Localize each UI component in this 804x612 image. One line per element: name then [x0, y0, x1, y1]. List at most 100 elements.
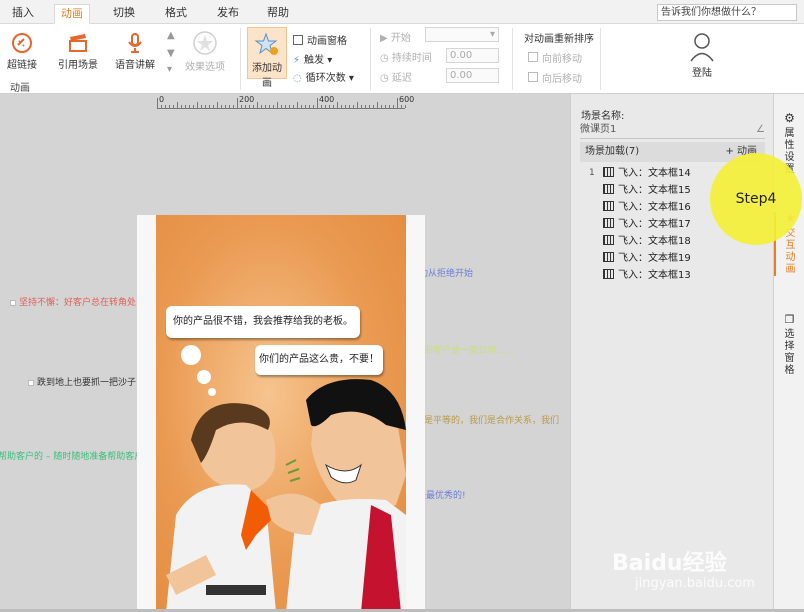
ruler-tick	[265, 105, 266, 108]
slide-canvas[interactable]: 你的产品很不错，我会推荐给我的老板。 你们的产品这么贵，不要！	[137, 215, 425, 612]
ruler-tick	[333, 105, 334, 108]
ruler-tick	[189, 105, 190, 108]
reference-scene-button[interactable]: 引用场景	[55, 32, 101, 71]
scene-name-input[interactable]: 微课页1 ∠	[580, 122, 765, 139]
effect-options-label: 效果选项	[185, 62, 225, 73]
link-icon	[12, 33, 32, 53]
animation-list-item[interactable]: 飞入：文本框17	[595, 216, 691, 233]
reference-scene-label: 引用场景	[58, 60, 98, 71]
duration-label: ◷ 持续时间	[380, 53, 432, 64]
tab-selection-pane[interactable]: ❐ 选择窗格	[774, 314, 804, 377]
annotation-note-1[interactable]: 坚持不懈：好客户总在转角处！	[10, 295, 145, 308]
animation-pane-label: 动画窗格	[307, 36, 347, 47]
arrow-up-icon	[528, 52, 538, 62]
start-label: ▶ 开始	[380, 33, 411, 44]
annotation-note-3[interactable]: 帮助客户的 – 随时随地准备帮助客户！	[0, 449, 152, 462]
ruler-tick	[165, 105, 166, 108]
add-animation-button[interactable]: 添加动画	[247, 27, 287, 89]
ruler-tick	[273, 105, 274, 108]
voice-narration-button[interactable]: 语音讲解	[113, 32, 157, 71]
annotation-note-2[interactable]: 跌到地上也要抓一把沙子！	[28, 375, 145, 388]
ruler-tick	[225, 105, 226, 108]
loop-count-label: 循环次数	[305, 73, 346, 84]
loop-icon: ◌	[293, 73, 302, 84]
pane-icon	[293, 35, 303, 45]
slide-workspace[interactable]: 0 200 400 600 坚持不懈：好客户总在转角处！ 跌到地上也要抓一把沙子！ 帮…	[0, 94, 570, 612]
tab-insert[interactable]: 插入	[10, 4, 36, 24]
animation-list-item[interactable]: 飞入：文本框13	[595, 267, 691, 284]
ruler-tick	[269, 105, 270, 108]
animation-label: 飞入：文本框18	[618, 236, 691, 247]
scene-name-label: 场景名称:	[581, 111, 625, 122]
delay-stepper[interactable]: 0.00	[446, 68, 499, 83]
effect-options-button[interactable]: 效果选项	[183, 30, 227, 73]
watermark-logo: Baidu经验	[612, 551, 727, 576]
start-select[interactable]: ▾	[425, 27, 499, 42]
lightning-icon: ⚡	[293, 55, 301, 66]
gallery-more-icon[interactable]: ▾	[167, 64, 172, 75]
animation-pane-button[interactable]: 动画窗格	[293, 32, 347, 47]
step-highlight-marker: Step4	[710, 153, 802, 245]
animation-list-item[interactable]: 飞入：文本框19	[595, 250, 691, 267]
ruler-label: 400	[319, 95, 335, 104]
ruler-tick	[301, 105, 302, 108]
ruler-tick	[345, 105, 346, 108]
divider	[240, 28, 241, 90]
gear-icon: ⚙	[784, 111, 795, 125]
ruler-tick	[245, 105, 246, 108]
tab-help[interactable]: 帮助	[264, 4, 292, 24]
hyperlink-button[interactable]: 超链接	[4, 32, 40, 71]
ruler-tick	[213, 105, 214, 108]
arrow-down-icon	[528, 72, 538, 82]
animation-label: 飞入：文本框16	[618, 202, 691, 213]
fly-in-icon	[603, 252, 614, 262]
search-input[interactable]: 告诉我们你想做什么？	[657, 4, 797, 21]
tab-publish[interactable]: 发布	[214, 4, 242, 24]
loop-count-button[interactable]: ◌ 循环次数 ▾	[293, 69, 354, 84]
move-earlier-button[interactable]: 向前移动	[528, 50, 582, 65]
ruler-label: 600	[399, 95, 415, 104]
edit-icon[interactable]: ∠	[756, 122, 765, 138]
scroll-up-icon[interactable]: ▲	[167, 30, 175, 41]
login-button[interactable]: 登陆	[685, 32, 719, 79]
move-later-button[interactable]: 向后移动	[528, 70, 582, 85]
tab-animation[interactable]: 动画	[54, 4, 90, 24]
ruler-tick	[321, 105, 322, 108]
speech-bubble-1[interactable]: 你的产品很不错，我会推荐给我的老板。	[166, 306, 360, 338]
cartoon-figures	[166, 345, 406, 612]
ruler-tick	[313, 105, 314, 108]
ruler-tick	[317, 98, 318, 108]
duration-stepper[interactable]: 0.00	[446, 48, 499, 63]
horizontal-ruler: 0 200 400 600	[157, 95, 414, 109]
tab-transition[interactable]: 切换	[110, 4, 138, 24]
ruler-tick	[217, 102, 218, 108]
ruler-tick	[157, 98, 158, 108]
cartoon-illustration: 你的产品很不错，我会推荐给我的老板。 你们的产品这么贵，不要！	[156, 215, 406, 612]
ruler-tick	[381, 105, 382, 108]
trigger-label: 触发	[304, 55, 325, 66]
animation-list-item[interactable]: 飞入：文本框18	[595, 233, 691, 250]
clock-icon: ◷	[380, 53, 389, 64]
trigger-button[interactable]: ⚡ 触发 ▾	[293, 51, 332, 66]
star-icon	[193, 31, 217, 55]
ruler-tick	[281, 105, 282, 108]
ruler-tick	[357, 102, 358, 108]
hyperlink-label: 超链接	[7, 60, 37, 71]
add-animation-label: 添加动画	[252, 63, 282, 89]
microphone-icon	[128, 33, 142, 53]
ruler-tick	[173, 105, 174, 108]
tab-format[interactable]: 格式	[162, 4, 190, 24]
fly-in-icon	[603, 201, 614, 211]
animation-label: 飞入：文本框15	[618, 185, 691, 196]
ruler-tick	[385, 105, 386, 108]
ruler-tick	[405, 105, 406, 108]
ruler-tick	[193, 105, 194, 108]
delay-label: ◷ 延迟	[380, 73, 412, 84]
animation-list-item[interactable]: 飞入：文本框16	[595, 199, 691, 216]
animation-list-item[interactable]: 飞入：文本框15	[595, 182, 691, 199]
ruler-tick	[297, 102, 298, 108]
scroll-down-icon[interactable]: ▼	[167, 48, 175, 59]
speech-bubble-2[interactable]: 你们的产品这么贵，不要！	[255, 345, 383, 375]
animation-list-item[interactable]: 1 飞入：文本框14	[589, 165, 691, 182]
fly-in-icon	[603, 167, 614, 177]
